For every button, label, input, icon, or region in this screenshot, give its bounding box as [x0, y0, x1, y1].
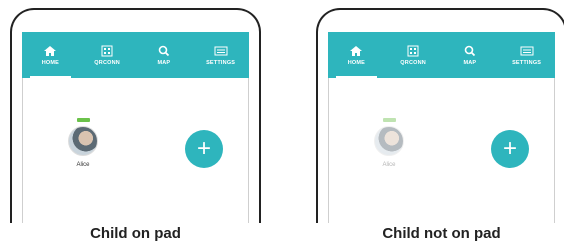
tab-map[interactable]: MAP: [442, 32, 499, 78]
home-content: Alice +: [328, 78, 555, 223]
tab-bar: HOME QRCONN MAP SETTINGS: [328, 32, 555, 78]
child-card[interactable]: Alice: [65, 118, 101, 168]
tab-home[interactable]: HOME: [22, 32, 79, 78]
qr-code-icon: [407, 45, 419, 56]
battery-indicator: [382, 118, 396, 122]
add-child-button[interactable]: +: [185, 130, 223, 168]
home-icon: [44, 45, 57, 56]
phone-frame-child-on-pad: HOME QRCONN MAP SETTINGS Alice +: [10, 8, 261, 223]
caption: Child not on pad: [382, 225, 501, 242]
tab-settings[interactable]: SETTINGS: [192, 32, 249, 78]
tab-label: SETTINGS: [206, 59, 236, 66]
tab-label: HOME: [347, 59, 366, 66]
tab-settings[interactable]: SETTINGS: [498, 32, 555, 78]
child-name: Alice: [382, 162, 396, 168]
tab-label: MAP: [157, 59, 171, 66]
avatar[interactable]: [68, 126, 98, 156]
child-card[interactable]: Alice: [371, 118, 407, 168]
tab-label: SETTINGS: [512, 59, 542, 66]
qr-code-icon: [101, 45, 113, 56]
keyboard-icon: [520, 46, 534, 55]
tab-label: QRCONN: [400, 59, 426, 66]
search-icon: [158, 45, 170, 56]
keyboard-icon: [214, 46, 228, 55]
tab-qrconn[interactable]: QRCONN: [385, 32, 442, 78]
search-icon: [464, 45, 476, 56]
tab-bar: HOME QRCONN MAP SETTINGS: [22, 32, 249, 78]
home-content: Alice +: [22, 78, 249, 223]
avatar[interactable]: [374, 126, 404, 156]
caption: Child on pad: [90, 225, 181, 242]
tab-map[interactable]: MAP: [136, 32, 193, 78]
home-icon: [350, 45, 363, 56]
tab-label: MAP: [463, 59, 477, 66]
tab-home[interactable]: HOME: [328, 32, 385, 78]
tab-label: HOME: [41, 59, 60, 66]
child-name: Alice: [76, 162, 90, 168]
battery-indicator: [76, 118, 90, 122]
phone-frame-child-not-on-pad: HOME QRCONN MAP SETTINGS Alice +: [316, 8, 564, 223]
add-child-button[interactable]: +: [491, 130, 529, 168]
tab-qrconn[interactable]: QRCONN: [79, 32, 136, 78]
tab-label: QRCONN: [94, 59, 120, 66]
